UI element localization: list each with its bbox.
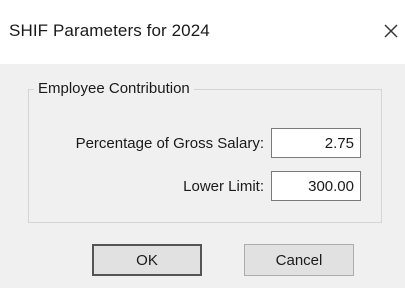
dialog-body: Employee Contribution Percentage of Gros… bbox=[0, 64, 405, 288]
dialog-window: SHIF Parameters for 2024 Employee Contri… bbox=[0, 0, 405, 288]
window-title: SHIF Parameters for 2024 bbox=[9, 21, 210, 40]
cancel-button[interactable]: Cancel bbox=[244, 244, 354, 276]
lower-limit-input[interactable] bbox=[271, 171, 361, 201]
close-icon bbox=[384, 24, 398, 38]
ok-button[interactable]: OK bbox=[92, 244, 202, 276]
percentage-input[interactable] bbox=[271, 128, 361, 158]
title-bar[interactable]: SHIF Parameters for 2024 bbox=[0, 0, 405, 64]
percentage-label: Percentage of Gross Salary: bbox=[75, 135, 264, 152]
group-legend: Employee Contribution bbox=[34, 80, 194, 97]
close-button[interactable] bbox=[380, 20, 402, 42]
lower-limit-label: Lower Limit: bbox=[183, 178, 264, 195]
